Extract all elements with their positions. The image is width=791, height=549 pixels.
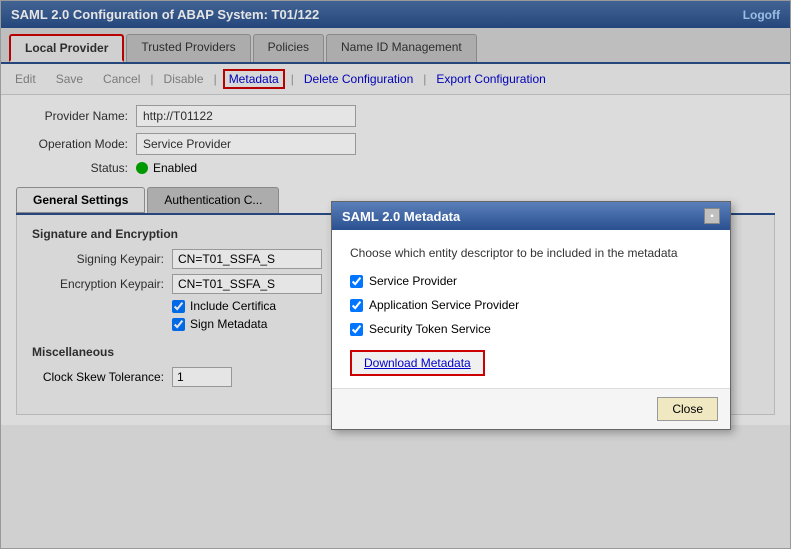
security-token-service-checkbox[interactable]	[350, 323, 363, 336]
modal-description: Choose which entity descriptor to be inc…	[350, 246, 712, 260]
download-metadata-button[interactable]: Download Metadata	[350, 350, 485, 376]
modal-close-icon[interactable]: ▪	[704, 208, 720, 224]
modal-title: SAML 2.0 Metadata	[342, 209, 460, 224]
modal-option-security-token-service: Security Token Service	[350, 322, 712, 336]
modal-option-service-provider: Service Provider	[350, 274, 712, 288]
modal-title-bar: SAML 2.0 Metadata ▪	[332, 202, 730, 230]
application-service-provider-label: Application Service Provider	[369, 298, 519, 312]
modal-close-button[interactable]: Close	[657, 397, 718, 421]
application-service-provider-checkbox[interactable]	[350, 299, 363, 312]
security-token-service-label: Security Token Service	[369, 322, 491, 336]
saml-metadata-modal: SAML 2.0 Metadata ▪ Choose which entity …	[331, 201, 731, 430]
modal-option-application-service-provider: Application Service Provider	[350, 298, 712, 312]
main-window: SAML 2.0 Configuration of ABAP System: T…	[0, 0, 791, 549]
modal-body: Choose which entity descriptor to be inc…	[332, 230, 730, 388]
service-provider-label: Service Provider	[369, 274, 457, 288]
modal-footer: Close	[332, 388, 730, 429]
service-provider-checkbox[interactable]	[350, 275, 363, 288]
